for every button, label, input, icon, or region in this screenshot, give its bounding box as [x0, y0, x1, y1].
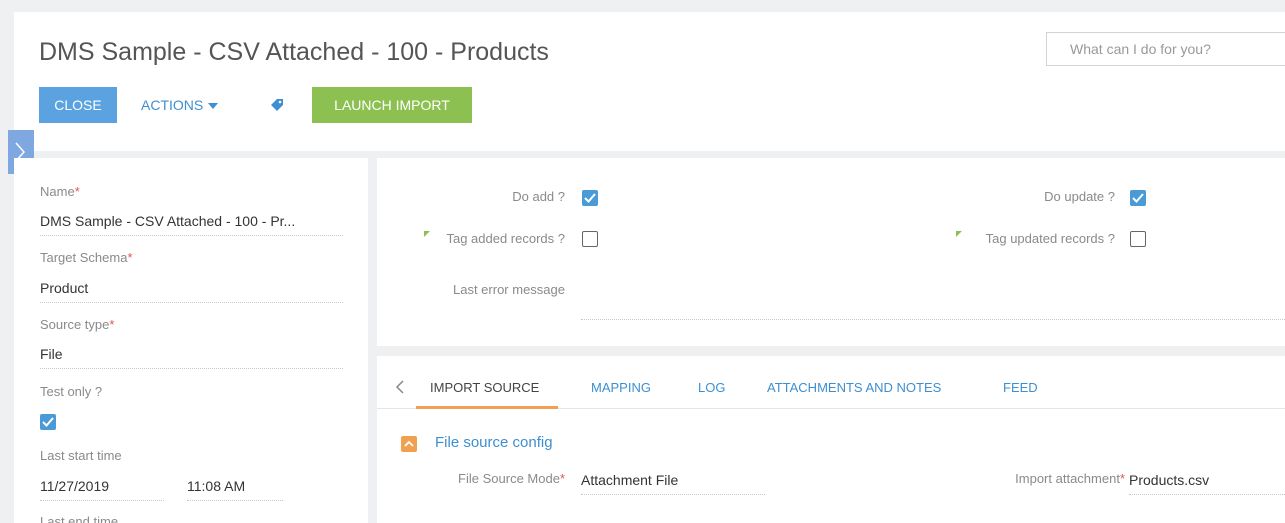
last-start-time-label: Last start time — [40, 448, 122, 463]
checkmark-icon — [1132, 193, 1144, 203]
page-title: DMS Sample - CSV Attached - 100 - Produc… — [39, 38, 549, 66]
checkmark-icon — [584, 193, 596, 203]
collapse-icon[interactable] — [401, 436, 417, 452]
test-only-label: Test only ? — [40, 384, 103, 399]
target-schema-field[interactable]: Product — [40, 280, 343, 303]
search-input[interactable]: What can I do for you? — [1046, 32, 1285, 66]
page-header: DMS Sample - CSV Attached - 100 - Produc… — [14, 12, 1285, 151]
do-update-label: Do update ? — [1044, 189, 1115, 204]
name-field[interactable]: DMS Sample - CSV Attached - 100 - Pr... — [40, 213, 343, 236]
last-error-field[interactable] — [581, 319, 1285, 320]
left-panel: Name* DMS Sample - CSV Attached - 100 - … — [14, 158, 368, 523]
import-attachment-field[interactable]: Products.csv — [1129, 472, 1285, 495]
do-update-checkbox[interactable] — [1130, 190, 1146, 206]
tab-log[interactable]: LOG — [698, 380, 725, 395]
section-title[interactable]: File source config — [435, 434, 553, 451]
tabs-panel: IMPORT SOURCE MAPPING LOG ATTACHMENTS AN… — [377, 356, 1285, 523]
top-strip — [0, 0, 1285, 12]
tab-import-source[interactable]: IMPORT SOURCE — [430, 380, 539, 395]
tooltip-flag-icon — [956, 231, 962, 237]
chevron-up-icon — [404, 440, 414, 447]
tab-mapping[interactable]: MAPPING — [591, 380, 651, 395]
last-start-date-field[interactable]: 11/27/2019 — [40, 478, 164, 501]
tab-attachments-and-notes[interactable]: ATTACHMENTS AND NOTES — [767, 380, 941, 395]
last-start-time-field[interactable]: 11:08 AM — [187, 478, 283, 501]
name-label: Name* — [40, 184, 80, 199]
launch-import-button[interactable]: LAUNCH IMPORT — [312, 87, 472, 123]
do-add-label: Do add ? — [512, 189, 565, 204]
tag-added-checkbox[interactable] — [582, 231, 598, 247]
source-type-field[interactable]: File — [40, 346, 343, 369]
actions-label: ACTIONS — [141, 97, 204, 113]
tag-icon[interactable] — [269, 97, 285, 113]
active-tab-indicator — [416, 406, 558, 409]
chevron-left-icon[interactable] — [395, 379, 405, 395]
tag-added-label: Tag added records ? — [446, 231, 565, 246]
tooltip-flag-icon — [424, 231, 430, 237]
test-only-checkbox[interactable] — [40, 414, 56, 430]
last-end-time-label: Last end time — [40, 514, 119, 523]
target-schema-label: Target Schema* — [40, 250, 133, 265]
tag-updated-checkbox[interactable] — [1130, 231, 1146, 247]
file-source-mode-label: File Source Mode* — [458, 471, 565, 486]
import-attachment-label: Import attachment* — [1015, 471, 1125, 486]
source-type-label: Source type* — [40, 317, 115, 332]
caret-down-icon — [208, 103, 219, 110]
last-error-label: Last error message — [453, 282, 565, 297]
close-button[interactable]: CLOSE — [39, 87, 117, 123]
options-panel: Do add ? Do update ? Tag added records ?… — [377, 158, 1285, 346]
checkmark-icon — [42, 417, 54, 427]
file-source-mode-field[interactable]: Attachment File — [581, 472, 765, 495]
do-add-checkbox[interactable] — [582, 190, 598, 206]
actions-button[interactable]: ACTIONS — [141, 87, 219, 123]
tag-updated-label: Tag updated records ? — [985, 231, 1115, 246]
tab-feed[interactable]: FEED — [1003, 380, 1038, 395]
tab-bar: IMPORT SOURCE MAPPING LOG ATTACHMENTS AN… — [377, 356, 1285, 409]
